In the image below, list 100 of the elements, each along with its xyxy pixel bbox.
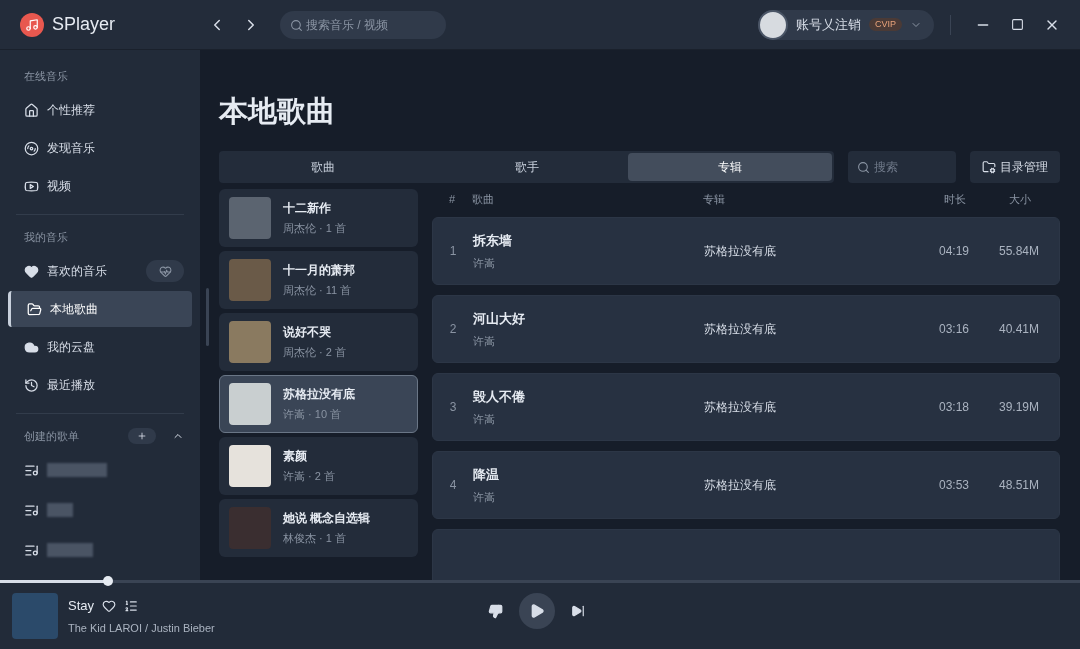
disc-icon bbox=[24, 140, 39, 156]
song-title: 毁人不倦 bbox=[473, 387, 526, 406]
album-cover bbox=[229, 197, 271, 239]
song-title: 降温 bbox=[473, 465, 500, 484]
tab[interactable]: 歌曲 bbox=[221, 153, 425, 181]
sidebar-item[interactable]: 个性推荐 bbox=[8, 92, 192, 128]
album-cover bbox=[12, 593, 58, 639]
album-title: 她说 概念自选辑 bbox=[283, 510, 371, 528]
heartbeat-button[interactable] bbox=[146, 260, 184, 282]
album-card[interactable]: 说好不哭 周杰伦 · 2 首 bbox=[219, 313, 418, 371]
play-button[interactable] bbox=[519, 593, 555, 629]
playlist-icon[interactable] bbox=[124, 598, 138, 613]
track-number: 1 bbox=[448, 243, 458, 260]
section-title: 在线音乐 bbox=[24, 68, 68, 84]
album-subtitle: 周杰伦 · 11 首 bbox=[283, 283, 353, 299]
album-subtitle: 许嵩 · 10 首 bbox=[283, 407, 343, 423]
sidebar-item[interactable]: 发现音乐 bbox=[8, 130, 192, 166]
search-field[interactable]: 搜索 bbox=[848, 151, 956, 183]
album-subtitle: 周杰伦 · 1 首 bbox=[283, 221, 346, 237]
directory-manage-button[interactable]: 目录管理 bbox=[970, 151, 1060, 183]
sidebar-item[interactable]: 视频 bbox=[8, 168, 192, 204]
song-row[interactable]: 2 河山大好 许嵩 苏格拉没有底 03:16 40.41M bbox=[432, 295, 1060, 363]
album-card[interactable]: 苏格拉没有底 许嵩 · 10 首 bbox=[219, 375, 418, 433]
next-icon[interactable] bbox=[571, 604, 585, 618]
album-cover bbox=[229, 383, 271, 425]
playlist-icon bbox=[24, 502, 39, 518]
album-subtitle: 周杰伦 · 2 首 bbox=[283, 345, 346, 361]
song-artist: 许嵩 bbox=[473, 256, 496, 271]
playlist-icon bbox=[24, 462, 39, 478]
maximize-icon[interactable] bbox=[1011, 18, 1024, 31]
playlist-icon bbox=[24, 542, 39, 558]
album-name: 苏格拉没有底 bbox=[704, 321, 777, 338]
file-size: 40.41M bbox=[998, 321, 1040, 338]
album-card[interactable]: 十二新作 周杰伦 · 1 首 bbox=[219, 189, 418, 247]
album-cover bbox=[229, 259, 271, 301]
video-icon bbox=[24, 178, 39, 194]
folder-gear-icon bbox=[982, 160, 996, 174]
album-name: 苏格拉没有底 bbox=[704, 477, 777, 494]
album-cover bbox=[229, 445, 271, 487]
album-title: 说好不哭 bbox=[283, 324, 332, 342]
column-header: 时长 bbox=[943, 191, 967, 207]
duration: 03:18 bbox=[938, 399, 970, 416]
sidebar-item[interactable]: 我的云盘 bbox=[8, 329, 192, 365]
song-artist: 许嵩 bbox=[473, 412, 496, 427]
song-row[interactable]: 3 毁人不倦 许嵩 苏格拉没有底 03:18 39.19M bbox=[432, 373, 1060, 441]
column-header: 大小 bbox=[1008, 191, 1032, 207]
column-header: # bbox=[447, 191, 457, 207]
vip-badge: CVIP bbox=[869, 17, 902, 32]
plus-icon bbox=[137, 431, 147, 441]
track-number: 4 bbox=[448, 477, 458, 494]
file-size: 39.19M bbox=[998, 399, 1040, 416]
song-row[interactable]: 1 拆东墙 许嵩 苏格拉没有底 04:19 55.84M bbox=[432, 217, 1060, 285]
track-number: 3 bbox=[448, 399, 458, 416]
duration: 03:53 bbox=[938, 477, 970, 494]
search-icon bbox=[290, 18, 303, 32]
album-title: 苏格拉没有底 bbox=[283, 386, 355, 404]
duration: 04:19 bbox=[938, 243, 970, 260]
history-icon bbox=[24, 377, 39, 393]
sidebar-item[interactable]: 最近播放 bbox=[8, 367, 192, 403]
tab[interactable]: 歌手 bbox=[424, 153, 629, 181]
album-subtitle: 许嵩 · 2 首 bbox=[283, 469, 335, 485]
album-card[interactable]: 她说 概念自选辑 林俊杰 · 1 首 bbox=[219, 499, 418, 557]
scrollbar[interactable] bbox=[206, 288, 209, 346]
album-card[interactable]: 十一月的萧邦 周杰伦 · 11 首 bbox=[219, 251, 418, 309]
search-field[interactable]: 搜索音乐 / 视频 bbox=[280, 10, 446, 39]
folder-icon bbox=[27, 301, 42, 317]
track-title: Stay bbox=[68, 597, 94, 615]
dislike-icon[interactable] bbox=[488, 603, 503, 619]
duration: 03:16 bbox=[938, 321, 970, 338]
user-menu[interactable]: 账号乂注销 CVIP bbox=[758, 9, 934, 40]
album-title: 十二新作 bbox=[283, 200, 332, 218]
album-title: 素颜 bbox=[283, 448, 308, 466]
sidebar-item[interactable]: 本地歌曲 bbox=[8, 291, 192, 327]
like-icon[interactable] bbox=[102, 598, 116, 613]
search-icon bbox=[857, 161, 870, 174]
page-title: 本地歌曲 bbox=[219, 94, 336, 129]
album-name: 苏格拉没有底 bbox=[704, 243, 777, 260]
avatar bbox=[758, 9, 788, 40]
tab[interactable]: 专辑 bbox=[628, 153, 832, 181]
app-logo-icon bbox=[20, 12, 44, 37]
album-name: 苏格拉没有底 bbox=[704, 399, 777, 416]
column-header: 专辑 bbox=[703, 191, 726, 207]
app-name: SPlayer bbox=[52, 13, 116, 36]
add-playlist-button[interactable] bbox=[128, 428, 156, 444]
song-title: 河山大好 bbox=[473, 309, 526, 328]
album-title: 十一月的萧邦 bbox=[283, 262, 355, 280]
album-cover bbox=[229, 321, 271, 363]
cloud-icon bbox=[24, 339, 39, 355]
album-subtitle: 林俊杰 · 1 首 bbox=[283, 531, 347, 547]
heart-icon bbox=[24, 263, 39, 279]
file-size: 48.51M bbox=[998, 477, 1040, 494]
progress-thumb[interactable] bbox=[103, 576, 113, 586]
song-artist: 许嵩 bbox=[473, 334, 496, 349]
song-title: 拆东墙 bbox=[473, 231, 513, 250]
section-title: 创建的歌单 bbox=[24, 428, 79, 444]
track-number: 2 bbox=[448, 321, 458, 338]
column-header: 歌曲 bbox=[472, 191, 495, 207]
song-row[interactable]: 4 降温 许嵩 苏格拉没有底 03:53 48.51M bbox=[432, 451, 1060, 519]
album-card[interactable]: 素颜 许嵩 · 2 首 bbox=[219, 437, 418, 495]
sidebar-item[interactable]: 喜欢的音乐 bbox=[8, 253, 192, 289]
